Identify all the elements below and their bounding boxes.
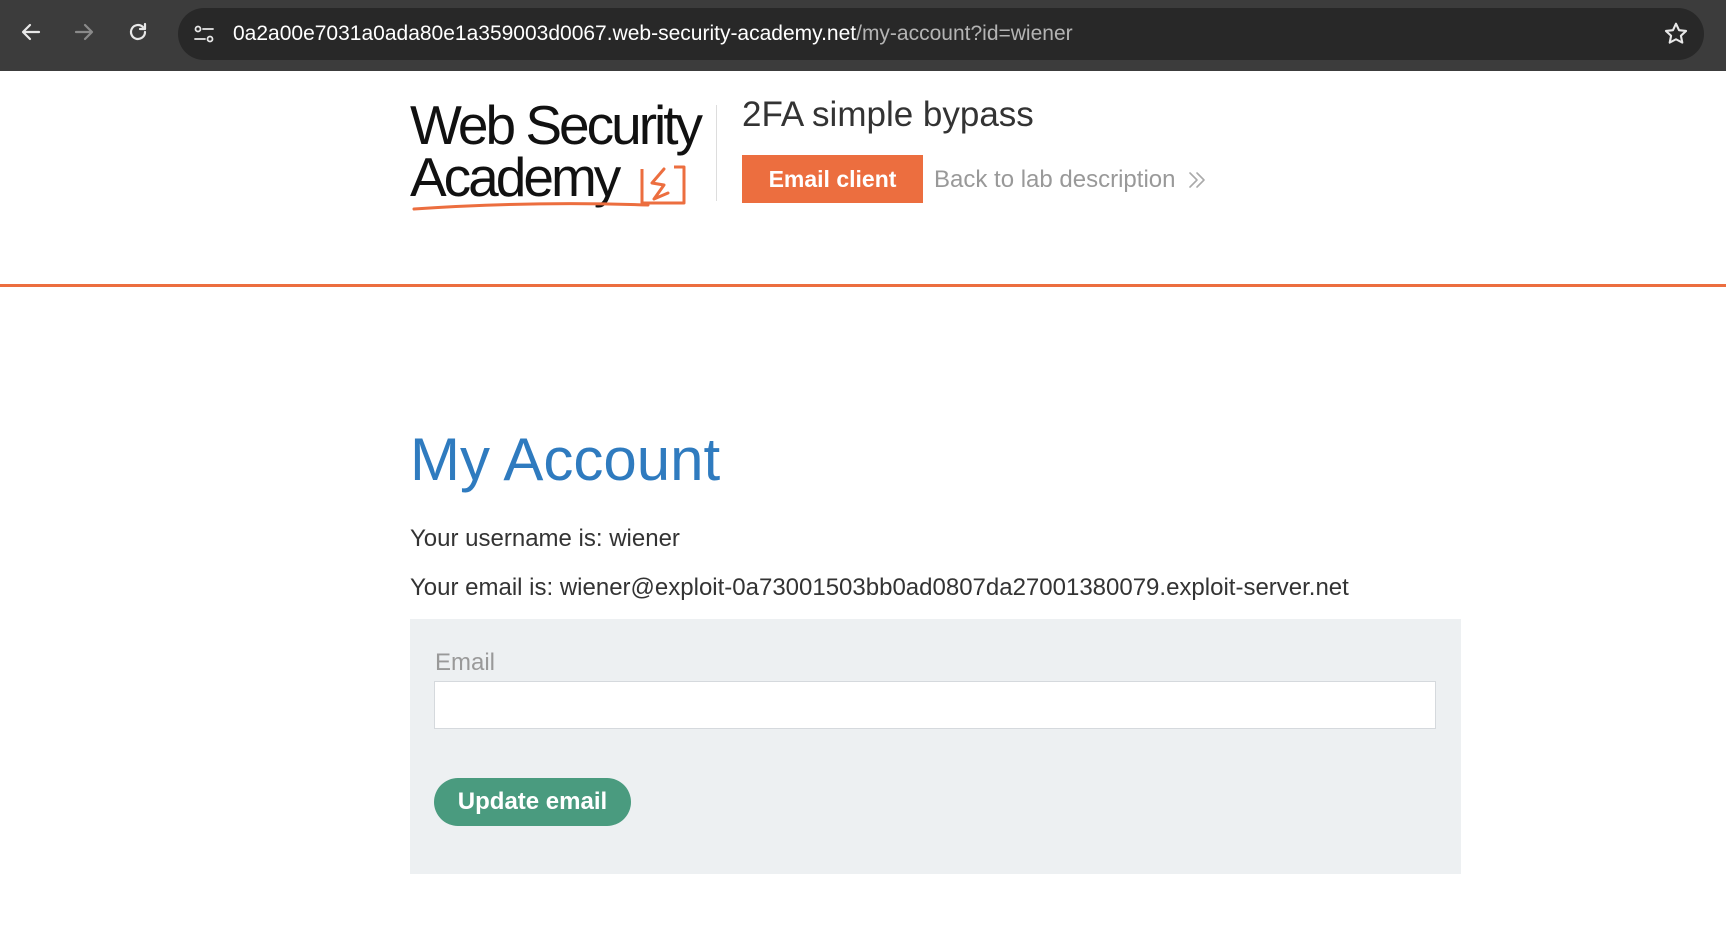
browser-toolbar: 0a2a00e7031a0ada80e1a359003d0067.web-sec… [0, 0, 1726, 71]
logo-underline-swoosh [412, 202, 650, 211]
double-chevron-right-icon [1189, 172, 1206, 188]
username-text: Your username is: wiener [410, 525, 680, 552]
lab-header: Web Security Academy 2FA simple bypass E… [0, 71, 1726, 290]
lab-title: 2FA simple bypass [742, 95, 1034, 134]
header-orange-rule [0, 284, 1726, 287]
page-title: My Account [410, 426, 721, 493]
url-path: /my-account?id=wiener [856, 22, 1073, 45]
update-email-button[interactable]: Update email [434, 778, 631, 826]
email-label: Email [435, 649, 496, 676]
bookmark-star-icon[interactable] [1662, 20, 1690, 48]
change-email-form: Email Update email [410, 619, 1461, 874]
back-link-label: Back to lab description [934, 166, 1176, 193]
address-bar[interactable]: 0a2a00e7031a0ada80e1a359003d0067.web-sec… [178, 8, 1704, 60]
back-button[interactable] [16, 17, 46, 47]
email-input[interactable] [434, 681, 1436, 729]
email-client-button[interactable]: Email client [742, 155, 923, 203]
reload-icon [129, 22, 147, 41]
url-text[interactable]: 0a2a00e7031a0ada80e1a359003d0067.web-sec… [233, 22, 1073, 46]
reload-button[interactable] [123, 17, 153, 47]
back-arrow-icon [21, 23, 41, 41]
site-settings-icon[interactable] [192, 22, 216, 46]
back-to-lab-description-link[interactable]: Back to lab description [934, 166, 1209, 194]
web-security-academy-logo[interactable]: Web Security Academy [410, 94, 720, 211]
header-divider [716, 105, 717, 201]
logo-line-1: Web Security [410, 94, 703, 156]
email-text: Your email is: wiener@exploit-0a73001503… [410, 574, 1349, 601]
forward-button[interactable] [69, 17, 99, 47]
url-host: 0a2a00e7031a0ada80e1a359003d0067.web-sec… [233, 22, 857, 45]
forward-arrow-icon [74, 23, 94, 41]
